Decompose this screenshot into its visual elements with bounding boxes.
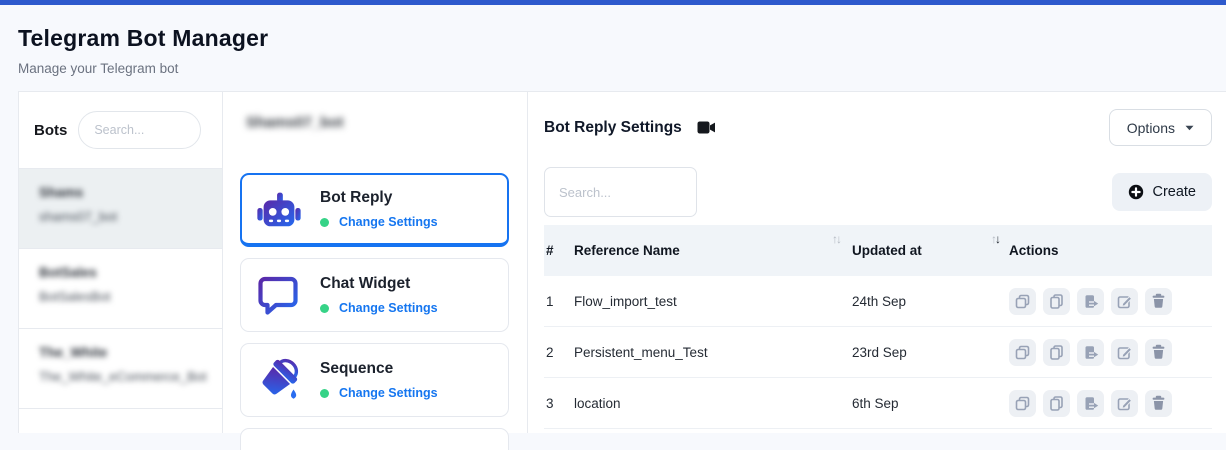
header-actions: Actions <box>1009 225 1212 276</box>
status-dot <box>320 304 329 313</box>
chat-bubble-icon <box>254 270 304 320</box>
duplicate-icon[interactable] <box>1043 339 1070 366</box>
bot-username-blurred: shams07_bot <box>39 209 208 224</box>
cell-updated-at: 24th Sep <box>852 294 1009 309</box>
cell-index: 1 <box>544 294 574 309</box>
robot-icon <box>254 184 304 234</box>
status-dot <box>320 389 329 398</box>
bots-sidebar-header: Bots <box>19 92 222 169</box>
bot-list-item[interactable]: The_White The_White_eCommerce_Bot <box>19 329 222 409</box>
header-index: # <box>544 225 574 276</box>
bot-list-item[interactable]: BotSales BotSalesBot <box>19 249 222 329</box>
module-card-body: Chat Widget Change Settings <box>320 275 438 315</box>
module-card-label: Chat Widget <box>320 275 438 293</box>
export-icon[interactable] <box>1077 390 1104 417</box>
bot-name-blurred: The_White <box>39 345 208 360</box>
create-button[interactable]: Create <box>1112 173 1212 211</box>
reply-table: # Reference Name ↑↓ Updated at ↑↓ Action… <box>544 225 1212 429</box>
bots-sidebar: Bots Shams shams07_bot BotSales BotSales… <box>19 92 223 433</box>
page-title: Telegram Bot Manager <box>18 25 1226 52</box>
delete-icon[interactable] <box>1145 339 1172 366</box>
table-header-row: # Reference Name ↑↓ Updated at ↑↓ Action… <box>544 225 1212 276</box>
bot-name-blurred: Shams <box>39 185 208 200</box>
cell-index: 3 <box>544 396 574 411</box>
duplicate-icon[interactable] <box>1043 390 1070 417</box>
module-card-sequence[interactable]: Sequence Change Settings <box>240 343 509 417</box>
edit-icon[interactable] <box>1111 390 1138 417</box>
cell-updated-at: 23rd Sep <box>852 345 1009 360</box>
edit-icon[interactable] <box>1111 339 1138 366</box>
bots-search-input[interactable] <box>78 111 201 149</box>
video-camera-icon[interactable] <box>697 120 716 135</box>
sort-icon[interactable]: ↑↓ <box>991 233 999 245</box>
cell-reference-name: location <box>574 396 852 411</box>
modules-column: Shams07_bot Bot Reply Ch <box>223 92 528 433</box>
module-card-label: Sequence <box>320 360 438 378</box>
table-row: 1 Flow_import_test 24th Sep <box>544 276 1212 327</box>
cell-actions <box>1009 390 1212 417</box>
duplicate-icon[interactable] <box>1043 288 1070 315</box>
cell-reference-name: Persistent_menu_Test <box>574 345 852 360</box>
header-updated-at[interactable]: Updated at ↑↓ <box>852 225 1009 276</box>
bot-username-blurred: BotSalesBot <box>39 289 208 304</box>
sort-icon[interactable]: ↑↓ <box>832 233 840 245</box>
paint-bucket-icon <box>254 355 304 405</box>
bot-name-blurred: BotSales <box>39 265 208 280</box>
bots-title: Bots <box>34 122 67 139</box>
change-settings-link[interactable]: Change Settings <box>339 301 438 315</box>
main-panel: Bots Shams shams07_bot BotSales BotSales… <box>18 91 1226 433</box>
cell-reference-name: Flow_import_test <box>574 294 852 309</box>
copy-icon[interactable] <box>1009 288 1036 315</box>
chevron-down-icon <box>1185 125 1194 131</box>
export-icon[interactable] <box>1077 288 1104 315</box>
selected-bot-title-blurred: Shams07_bot <box>246 114 342 131</box>
header-reference-label: Reference Name <box>574 243 680 258</box>
module-card-body: Bot Reply Change Settings <box>320 189 438 229</box>
table-row: 3 location 6th Sep <box>544 378 1212 429</box>
change-settings-link[interactable]: Change Settings <box>339 215 438 229</box>
edit-icon[interactable] <box>1111 288 1138 315</box>
export-icon[interactable] <box>1077 339 1104 366</box>
bot-list-item[interactable]: Shams shams07_bot <box>19 169 222 249</box>
header-updated-label: Updated at <box>852 243 922 258</box>
cell-updated-at: 6th Sep <box>852 396 1009 411</box>
copy-icon[interactable] <box>1009 390 1036 417</box>
table-row: 2 Persistent_menu_Test 23rd Sep <box>544 327 1212 378</box>
create-button-label: Create <box>1152 184 1196 200</box>
module-card-chat-widget[interactable]: Chat Widget Change Settings <box>240 258 509 332</box>
module-card-body: Sequence Change Settings <box>320 360 438 400</box>
bot-username-blurred: The_White_eCommerce_Bot <box>39 369 208 384</box>
status-dot <box>320 218 329 227</box>
delete-icon[interactable] <box>1145 390 1172 417</box>
cell-actions <box>1009 288 1212 315</box>
options-button-label: Options <box>1127 120 1175 136</box>
module-card-partial[interactable] <box>240 428 509 450</box>
module-card-label: Bot Reply <box>320 189 438 207</box>
page-subtitle: Manage your Telegram bot <box>18 61 1226 76</box>
delete-icon[interactable] <box>1145 288 1172 315</box>
page-header: Telegram Bot Manager Manage your Telegra… <box>0 5 1226 76</box>
cell-index: 2 <box>544 345 574 360</box>
change-settings-link[interactable]: Change Settings <box>339 386 438 400</box>
settings-title: Bot Reply Settings <box>544 119 682 137</box>
options-button[interactable]: Options <box>1109 109 1212 146</box>
plus-circle-icon <box>1128 184 1144 200</box>
copy-icon[interactable] <box>1009 339 1036 366</box>
header-reference-name[interactable]: Reference Name ↑↓ <box>574 225 852 276</box>
cell-actions <box>1009 339 1212 366</box>
module-card-bot-reply[interactable]: Bot Reply Change Settings <box>240 173 509 247</box>
bot-list-item-partial[interactable] <box>19 409 222 450</box>
settings-panel: Bot Reply Settings Options <box>528 92 1226 433</box>
table-search-input[interactable] <box>544 167 697 217</box>
